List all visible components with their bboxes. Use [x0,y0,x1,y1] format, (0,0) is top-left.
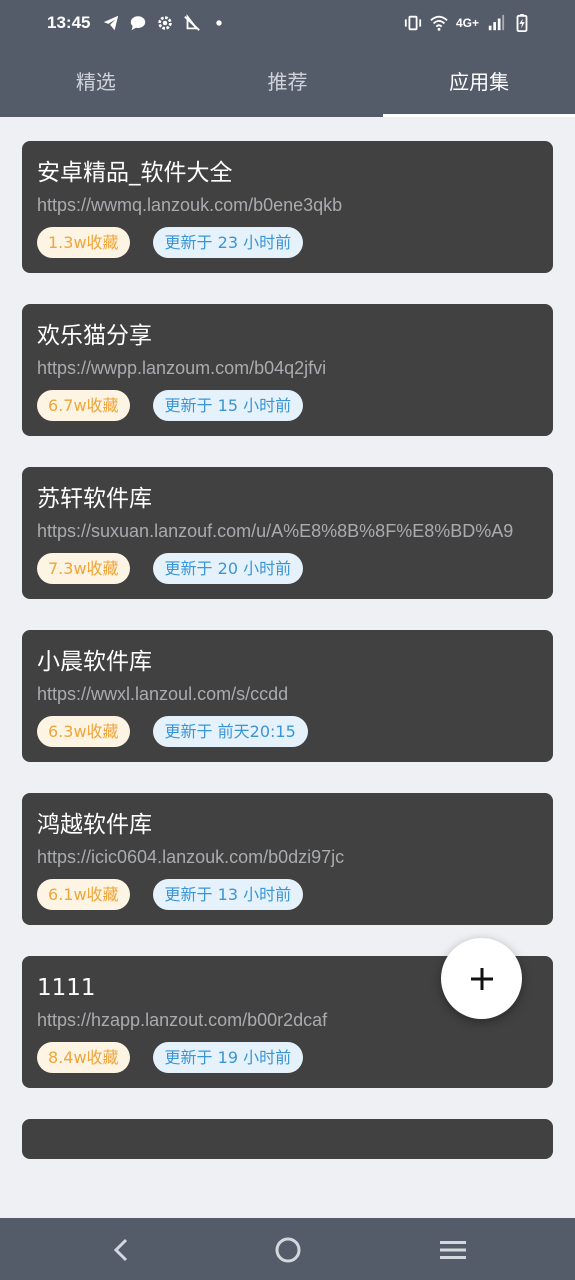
plus-icon [470,967,493,990]
menu-icon[interactable] [439,1236,467,1264]
card-tags: 7.3w收藏 更新于 20 小时前 [37,553,538,584]
updated-badge: 更新于 13 小时前 [152,879,304,910]
favorites-badge: 7.3w收藏 [37,553,130,584]
telegram-icon [103,15,119,31]
collection-card[interactable]: 欢乐猫分享 https://wwpp.lanzoum.com/b04q2jfvi… [22,304,553,436]
collection-card[interactable]: 鸿越软件库 https://icic0604.lanzouk.com/b0dzi… [22,793,553,925]
card-title: 安卓精品_软件大全 [37,160,233,186]
app-header: 13:45 4G+ 精选 推荐 应用集 [0,0,575,117]
favorites-badge: 6.3w收藏 [37,716,130,747]
card-tags: 6.7w收藏 更新于 15 小时前 [37,390,538,421]
home-icon[interactable] [274,1236,302,1264]
favorites-badge: 8.4w收藏 [37,1042,130,1073]
status-left-icons [102,13,228,33]
status-time: 13:45 [47,13,91,32]
chat-icon [130,16,146,31]
card-tags: 1.3w收藏 更新于 23 小时前 [37,227,538,258]
favorites-badge: 6.7w收藏 [37,390,130,421]
card-url: https://wwxl.lanzoul.com/s/ccdd [37,684,289,704]
card-title: 鸿越软件库 [37,812,152,838]
wifi-icon [430,15,448,31]
card-url: https://icic0604.lanzouk.com/b0dzi97jc [37,847,345,867]
updated-badge: 更新于 15 小时前 [152,390,304,421]
card-title: 小晨软件库 [37,649,152,675]
tab-featured[interactable]: 精选 [0,58,192,117]
add-collection-button[interactable] [441,938,522,1019]
card-tags: 6.3w收藏 更新于 前天20:15 [37,716,538,747]
status-right-icons: 4G+ [404,13,531,33]
system-nav-bar [0,1218,575,1280]
updated-badge: 更新于 前天20:15 [152,716,308,747]
updated-badge: 更新于 23 小时前 [152,227,304,258]
updated-badge: 更新于 20 小时前 [152,553,304,584]
sail-icon [184,14,200,31]
favorites-badge: 6.1w收藏 [37,879,130,910]
card-tags: 8.4w收藏 更新于 19 小时前 [37,1042,538,1073]
vibrate-icon [404,15,422,31]
card-url: https://suxuan.lanzouf.com/u/A%E8%8B%8F%… [37,521,514,541]
battery-charging-icon [516,14,528,32]
card-url: https://wwpp.lanzoum.com/b04q2jfvi [37,358,327,378]
card-url: https://wwmq.lanzouk.com/b0ene3qkb [37,195,343,215]
back-icon[interactable] [108,1236,136,1264]
settings-icon [158,16,172,30]
updated-badge: 更新于 19 小时前 [152,1042,304,1073]
collection-card[interactable]: 小晨软件库 https://wwxl.lanzoul.com/s/ccdd 6.… [22,630,553,762]
tab-recommended[interactable]: 推荐 [192,58,384,117]
collection-card[interactable]: 安卓精品_软件大全 https://wwmq.lanzouk.com/b0ene… [22,141,553,273]
favorites-badge: 1.3w收藏 [37,227,130,258]
tab-app-collections[interactable]: 应用集 [383,58,575,117]
card-title: 欢乐猫分享 [37,323,152,349]
card-title: 苏轩软件库 [37,486,152,512]
dot-icon [216,20,222,26]
status-bar: 13:45 4G+ [0,0,575,48]
tab-bar: 精选 推荐 应用集 [0,58,575,117]
collection-card[interactable]: 苏轩软件库 https://suxuan.lanzouf.com/u/A%E8%… [22,467,553,599]
network-type: 4G+ [455,16,479,30]
signal-icon [488,14,505,31]
collection-card-partial[interactable] [22,1119,553,1159]
card-tags: 6.1w收藏 更新于 13 小时前 [37,879,538,910]
